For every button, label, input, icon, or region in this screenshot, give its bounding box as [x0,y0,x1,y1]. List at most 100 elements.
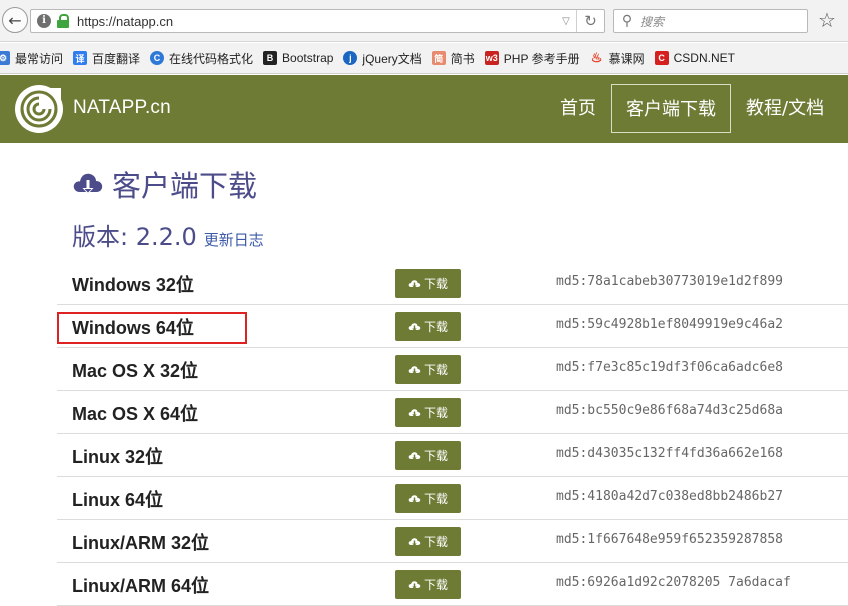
bootstrap-icon: B [263,51,278,65]
bookmark-label: 慕课网 [608,51,645,66]
download-button[interactable]: 下载 [395,398,461,427]
download-label: 下载 [423,578,448,592]
download-button[interactable]: 下载 [395,570,461,599]
jquery-icon: j [343,51,358,65]
bookmark-code-formatter[interactable]: C 在线代码格式化 [150,50,253,67]
bookmark-label: 在线代码格式化 [169,51,254,66]
download-button[interactable]: 下载 [395,355,461,384]
bookmark-most-visited[interactable]: ⚙ 最常访问 [0,50,63,67]
cloud-download-icon [408,581,421,589]
download-button[interactable]: 下载 [395,269,461,298]
code-icon: C [150,51,165,65]
cloud-download-icon [408,280,421,288]
download-label: 下载 [423,535,448,549]
cloud-download-icon [408,323,421,331]
bookmark-label: PHP 参考手册 [503,51,580,66]
download-label: 下载 [423,406,448,420]
bookmarks-bar: ⚙ 最常访问 译 百度翻译 C 在线代码格式化 B Bootstrap j jQ… [0,43,848,74]
flame-icon: ♨ [590,50,603,65]
highlight-annotation [57,312,247,344]
php-icon: w3 [484,51,499,65]
download-label: 下载 [423,363,448,377]
gear-icon: ⚙ [0,51,10,65]
info-icon[interactable]: i [37,14,51,28]
changelog-link[interactable]: 更新日志 [204,229,264,250]
md5-hash: md5:1f667648e959f652359287858 [556,532,783,547]
download-label: 下载 [423,277,448,291]
bookmark-label: jQuery文档 [362,51,422,66]
url-text[interactable]: https://natapp.cn [77,14,556,29]
bookmark-jquery[interactable]: j jQuery文档 [343,50,422,67]
star-icon[interactable]: ☆ [818,8,836,32]
bookmark-php[interactable]: w3 PHP 参考手册 [484,50,580,67]
download-row: Linux/ARM 32位 下载 md5:1f667648e959f65235928… [57,520,848,563]
md5-hash: md5:f7e3c85c19df3f06ca6adc6e8 [556,360,783,375]
download-button[interactable]: 下载 [395,484,461,513]
page-title: 客户端下载 [112,169,258,203]
md5-hash: md5:59c4928b1ef8049919e9c46a2 [556,317,783,332]
platform-label: Mac OS X 32位 [72,361,199,381]
cloud-download-icon [408,366,421,374]
cloud-download-icon [408,538,421,546]
version-label: 版本: 2.2.0 [72,223,197,251]
bookmark-label: CSDN.NET [673,51,735,65]
bookmark-jianshu[interactable]: 简 简书 [431,50,475,67]
download-row: Mac OS X 64位 下载 md5:bc550c9e86f68a74d3c25d… [57,391,848,434]
site-navbar: NATAPP.cn 首页 客户端下载 教程/文档 [0,75,848,143]
download-row: Linux/ARM 64位 下载 md5:6926a1d92c2078205 7a6… [57,563,848,606]
md5-hash: md5:78a1cabeb30773019e1d2f899 [556,274,783,289]
download-label: 下载 [423,449,448,463]
version-row: 版本: 2.2.0 更新日志 [72,217,264,252]
cloud-download-icon [408,409,421,417]
page-header: 客户端下载 [72,163,257,205]
brand-text[interactable]: NATAPP.cn [73,97,171,118]
bookmark-label: 简书 [450,51,475,66]
download-button[interactable]: 下载 [395,312,461,341]
reload-icon[interactable]: ↻ [576,10,604,32]
download-label: 下载 [423,492,448,506]
nav-home[interactable]: 首页 [546,84,610,133]
address-bar[interactable]: i https://natapp.cn ▽ ↻ [30,9,605,33]
back-button[interactable]: ← [2,7,28,33]
bookmark-baidu-translate[interactable]: 译 百度翻译 [73,50,140,67]
bookmark-label: Bootstrap [282,51,334,65]
browser-toolbar: ← i https://natapp.cn ▽ ↻ ⚲ 搜索 ☆ [0,0,848,42]
search-placeholder[interactable]: 搜索 [640,13,664,30]
cloud-download-icon [73,173,103,194]
translate-icon: 译 [73,51,88,65]
cloud-download-icon [408,452,421,460]
bookmark-bootstrap[interactable]: B Bootstrap [263,51,333,65]
jianshu-icon: 简 [431,51,446,65]
logo-icon[interactable] [15,85,63,133]
csdn-icon: C [654,51,669,65]
download-button[interactable]: 下载 [395,527,461,556]
md5-hash: md5:6926a1d92c2078205 7a6dacaf [556,575,791,590]
download-row: Mac OS X 32位 下载 md5:f7e3c85c19df3f06ca6adc… [57,348,848,391]
search-icon: ⚲ [621,13,633,29]
brand-name[interactable]: NATAPP.cn [73,97,171,119]
md5-hash: md5:4180a42d7c038ed8bb2486b27 [556,489,783,504]
bookmark-csdn[interactable]: C CSDN.NET [654,51,735,65]
bookmark-imooc[interactable]: ♨ 慕课网 [590,50,645,67]
download-row: Linux 32位 下载 md5:d43035c132ff4fd36a662e168 [57,434,848,477]
platform-label: Linux/ARM 32位 [72,533,210,553]
nav-client-download[interactable]: 客户端下载 [611,84,731,133]
search-box[interactable]: ⚲ 搜索 [613,9,808,33]
chevron-down-icon[interactable]: ▽ [556,16,576,27]
platform-label: Linux 32位 [72,447,164,467]
nav-docs[interactable]: 教程/文档 [732,84,838,133]
md5-hash: md5:bc550c9e86f68a74d3c25d68a [556,403,783,418]
platform-label: Mac OS X 64位 [72,404,199,424]
arrow-left-icon: ← [8,10,22,30]
bookmark-label: 最常访问 [15,51,64,66]
md5-hash: md5:d43035c132ff4fd36a662e168 [556,446,783,461]
platform-label: Windows 32位 [72,275,194,295]
platform-label: Linux 64位 [72,490,164,510]
download-row: Linux 64位 下载 md5:4180a42d7c038ed8bb2486b27 [57,477,848,520]
download-label: 下载 [423,320,448,334]
download-button[interactable]: 下载 [395,441,461,470]
cloud-download-icon [408,495,421,503]
platform-label: Linux/ARM 64位 [72,576,210,596]
lock-icon[interactable] [57,14,69,28]
download-row: Windows 32位 下载 md5:78a1cabeb30773019e1d2f8… [57,262,848,305]
